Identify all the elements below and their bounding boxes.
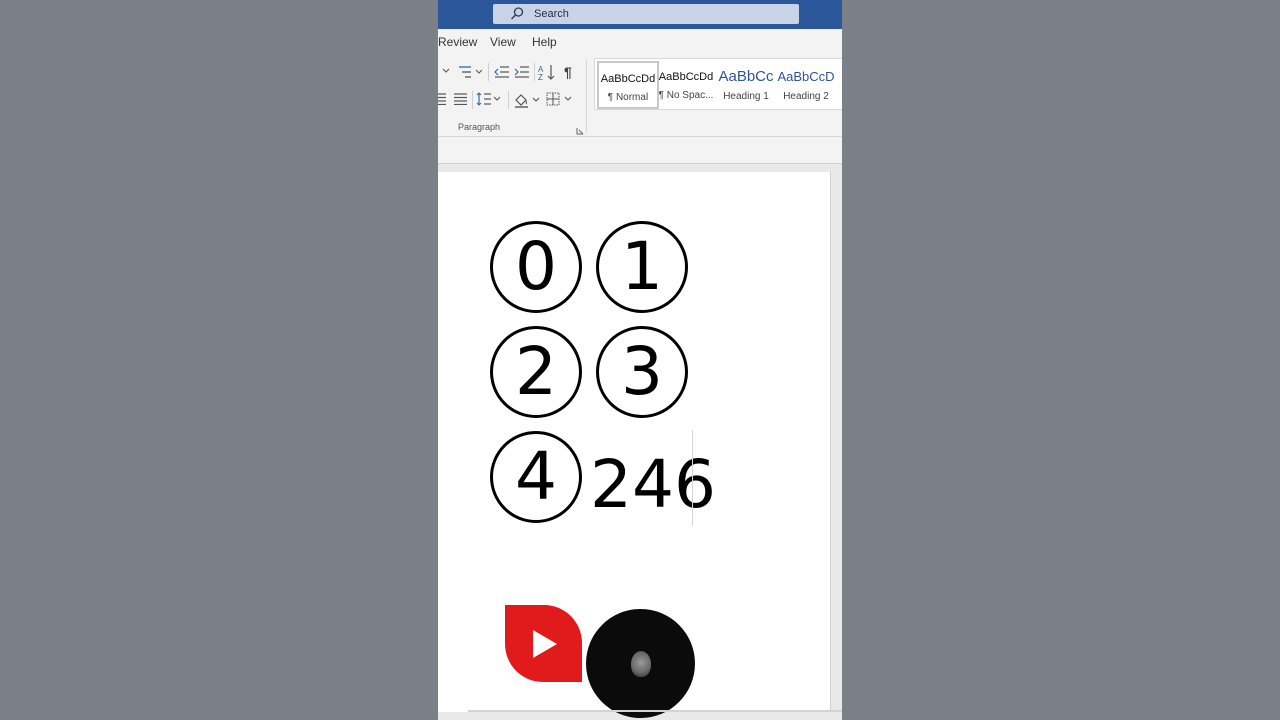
style-name: ¶ Normal	[607, 92, 649, 103]
style-preview: AaBbCcDd	[658, 71, 714, 83]
ribbon-separator	[472, 91, 473, 109]
style-no-spacing[interactable]: AaBbCcDd ¶ No Spac...	[657, 61, 715, 105]
circled-digit: 1	[596, 221, 688, 313]
increase-indent-icon[interactable]	[514, 65, 530, 79]
word-window: Search Review View Help AZ ¶ Paragraph A…	[438, 0, 842, 720]
show-formatting-marks-button[interactable]: ¶	[564, 65, 572, 79]
circled-digit: 0	[490, 221, 582, 313]
circled-digit: 4	[490, 431, 582, 523]
search-box[interactable]: Search	[493, 4, 799, 24]
document-canvas: 0 1 2 3 4 246	[438, 163, 842, 720]
style-normal[interactable]: AaBbCcDd ¶ Normal	[597, 61, 659, 109]
right-background	[842, 0, 1280, 720]
style-preview: AaBbCcD	[777, 69, 835, 84]
circled-digit: 3	[596, 326, 688, 418]
tab-review[interactable]: Review	[438, 35, 477, 49]
text-cursor	[692, 430, 693, 526]
avatar	[586, 609, 695, 718]
horizontal-scrollbar[interactable]	[468, 710, 842, 712]
borders-icon[interactable]	[546, 92, 574, 106]
multilevel-list-icon[interactable]	[458, 65, 484, 79]
ribbon-separator	[534, 63, 535, 81]
face-icon	[631, 651, 651, 677]
justify-icon[interactable]	[454, 93, 467, 105]
search-placeholder: Search	[534, 8, 569, 20]
decrease-indent-icon[interactable]	[494, 65, 510, 79]
ribbon-separator	[488, 63, 489, 81]
style-name: ¶ No Spac...	[658, 90, 714, 101]
paragraph-group-label: Paragraph	[458, 122, 501, 132]
tab-view[interactable]: View	[490, 35, 516, 49]
style-heading-2[interactable]: AaBbCcD Heading 2	[777, 61, 835, 105]
line-spacing-icon[interactable]	[476, 92, 502, 106]
ribbon-tabs: Review View Help	[438, 29, 842, 56]
typed-text: 246	[590, 446, 716, 523]
style-heading-1[interactable]: AaBbCc Heading 1	[717, 61, 775, 105]
chevron-down-icon[interactable]	[442, 67, 450, 75]
style-name: Heading 2	[783, 91, 829, 102]
ribbon-home: AZ ¶ Paragraph AaBbCcDd ¶ Normal AaBbCcD…	[438, 56, 842, 137]
left-background	[0, 0, 438, 720]
dialog-launcher-icon[interactable]	[576, 122, 584, 135]
svg-text:Z: Z	[538, 73, 543, 81]
circled-digit: 2	[490, 326, 582, 418]
sort-icon[interactable]: AZ	[538, 64, 556, 81]
style-preview: AaBbCcDd	[600, 73, 656, 85]
align-right-icon[interactable]	[438, 93, 446, 105]
document-page[interactable]: 0 1 2 3 4 246	[438, 172, 831, 718]
title-bar: Search	[438, 0, 842, 29]
youtube-logo-icon	[505, 605, 582, 682]
search-icon	[509, 6, 525, 22]
style-name: Heading 1	[723, 91, 769, 102]
group-separator	[586, 60, 587, 132]
style-preview: AaBbCc	[718, 68, 774, 85]
shading-icon[interactable]	[514, 92, 542, 108]
styles-gallery: AaBbCcDd ¶ Normal AaBbCcDd ¶ No Spac... …	[594, 58, 842, 110]
ribbon-separator	[508, 91, 509, 109]
tab-help[interactable]: Help	[532, 35, 557, 49]
